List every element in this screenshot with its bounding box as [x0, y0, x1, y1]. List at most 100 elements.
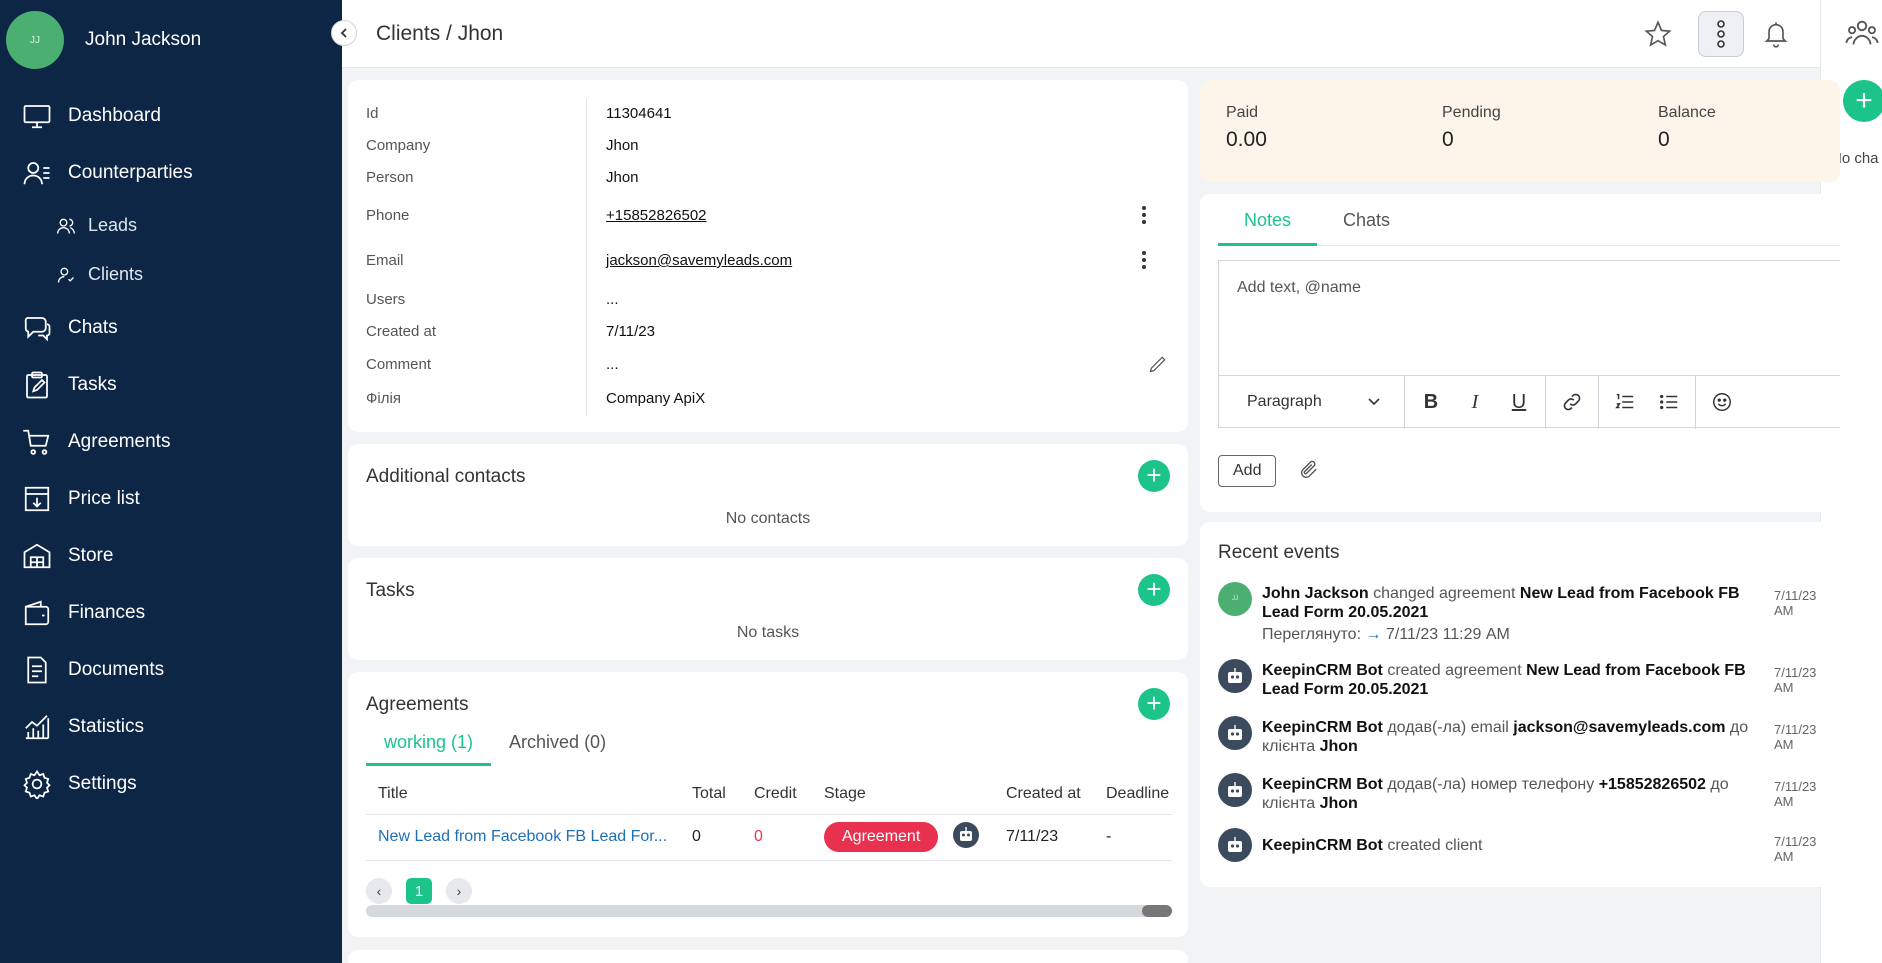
add-note-button[interactable]: Add — [1218, 455, 1277, 487]
stat-value: 0.00 — [1226, 128, 1267, 151]
agreement-owner-cell — [940, 814, 994, 861]
stage-badge[interactable]: Agreement — [824, 822, 939, 852]
bot-avatar — [1218, 773, 1252, 807]
collapse-sidebar-button[interactable] — [331, 20, 357, 46]
add-contact-button[interactable]: + — [1138, 460, 1170, 492]
favorite-button[interactable] — [1640, 16, 1676, 52]
tab-working[interactable]: working (1) — [366, 732, 492, 766]
sidebar-item-chats[interactable]: Chats — [0, 299, 342, 356]
event-text: John Jackson changed agreement New Lead … — [1262, 584, 1762, 622]
info-label: Created at — [366, 323, 437, 340]
tab-archived[interactable]: Archived (0) — [491, 732, 624, 766]
arrow-right-icon: → — [1365, 626, 1382, 643]
more-options-button[interactable] — [1698, 11, 1744, 57]
team-icon[interactable] — [1845, 16, 1879, 50]
header: Clients / Jhon — [342, 0, 1820, 68]
event-text: KeepinCRM Bot додав(-ла) номер телефону … — [1262, 775, 1762, 813]
client-info-card: Id 11304641 Company Jhon Person Jhon Pho… — [348, 80, 1188, 432]
bot-icon — [1228, 668, 1242, 683]
note-input[interactable]: Add text, @name — [1237, 279, 1361, 297]
more-vertical-icon — [1142, 251, 1146, 269]
prev-page-button[interactable]: ‹ — [366, 878, 392, 904]
balance-card: Paid 0.00 Pending 0 Balance 0 — [1200, 80, 1840, 182]
sidebar-item-label: Agreements — [68, 430, 171, 452]
phone-link[interactable]: +15852826502 — [606, 207, 707, 224]
sidebar-item-settings[interactable]: Settings — [0, 755, 342, 812]
info-label: Id — [366, 105, 379, 122]
user-name: John Jackson — [85, 29, 202, 50]
event-suffix-target[interactable]: Jhon — [1320, 738, 1358, 755]
avatar: JJ — [1218, 582, 1252, 616]
sidebar-item-clients[interactable]: Clients — [0, 250, 342, 299]
sidebar-item-dashboard[interactable]: Dashboard — [0, 87, 342, 144]
stat-value: 0 — [1658, 128, 1670, 151]
info-value: ... — [606, 356, 619, 373]
event-actor[interactable]: John Jackson — [1262, 585, 1369, 602]
add-agreement-button[interactable]: + — [1138, 688, 1170, 720]
event-actor[interactable]: KeepinCRM Bot — [1262, 837, 1383, 854]
italic-button[interactable]: I — [1463, 390, 1487, 414]
column-header[interactable]: Credit — [742, 774, 812, 815]
link-button[interactable] — [1560, 390, 1584, 414]
list-group — [1599, 375, 1696, 429]
sidebar-item-statistics[interactable]: Statistics — [0, 698, 342, 755]
column-header[interactable]: Deadline — [1094, 774, 1172, 815]
smile-icon — [1713, 393, 1731, 411]
document-icon — [27, 656, 47, 683]
tab-chats[interactable]: Chats — [1317, 194, 1416, 246]
sidebar-item-price-list[interactable]: Price list — [0, 470, 342, 527]
info-value: Jhon — [606, 137, 639, 154]
notifications-button[interactable] — [1758, 16, 1794, 52]
agreement-title-link[interactable]: New Lead from Facebook FB Lead For... — [366, 814, 680, 861]
scrollbar-thumb[interactable] — [1142, 905, 1172, 917]
sidebar-item-agreements[interactable]: Agreements — [0, 413, 342, 470]
info-value: Company ApiX — [606, 390, 706, 407]
sidebar-item-leads[interactable]: Leads — [0, 201, 342, 250]
agreement-stage-cell: Agreement — [812, 814, 940, 861]
event-actor[interactable]: KeepinCRM Bot — [1262, 776, 1383, 793]
bot-avatar — [1218, 716, 1252, 750]
sidebar-item-documents[interactable]: Documents — [0, 641, 342, 698]
user-profile[interactable]: JJ John Jackson — [6, 11, 201, 69]
sidebar-item-store[interactable]: Store — [0, 527, 342, 584]
horizontal-scrollbar[interactable] — [366, 905, 1172, 917]
column-header[interactable]: Total — [680, 774, 742, 815]
stat-label: Paid — [1226, 104, 1259, 121]
email-link[interactable]: jackson@savemyleads.com — [606, 252, 792, 269]
sidebar-item-tasks[interactable]: Tasks — [0, 356, 342, 413]
column-header[interactable]: Stage — [812, 774, 940, 815]
stat-label: Pending — [1442, 104, 1501, 121]
email-options-button[interactable] — [1134, 250, 1154, 270]
sidebar-item-label: Store — [68, 544, 114, 566]
column-header[interactable]: Title — [366, 774, 680, 815]
event-text: KeepinCRM Bot created agreement New Lead… — [1262, 661, 1762, 699]
ordered-list-button[interactable] — [1613, 390, 1637, 414]
sidebar-item-finances[interactable]: Finances — [0, 584, 342, 641]
note-editor[interactable]: Add text, @name Paragraph B I U — [1218, 260, 1840, 429]
event-actor[interactable]: KeepinCRM Bot — [1262, 719, 1383, 736]
next-page-button[interactable]: › — [446, 878, 472, 904]
more-vertical-icon — [1142, 206, 1146, 224]
event-action: changed agreement — [1368, 585, 1520, 602]
tab-notes[interactable]: Notes — [1218, 194, 1318, 246]
page-number[interactable]: 1 — [406, 878, 432, 904]
phone-options-button[interactable] — [1134, 205, 1154, 225]
bold-button[interactable]: B — [1419, 390, 1443, 414]
emoji-button[interactable] — [1710, 390, 1734, 414]
tasks-card: Tasks + No tasks — [348, 558, 1188, 660]
column-header[interactable]: Created at — [994, 774, 1094, 815]
attach-button[interactable] — [1298, 459, 1320, 486]
event-actor[interactable]: KeepinCRM Bot — [1262, 662, 1383, 679]
add-task-button[interactable]: + — [1138, 574, 1170, 606]
event-seen: Переглянуто: → 7/11/23 11:29 AM — [1262, 626, 1510, 644]
rail-add-button[interactable]: + — [1843, 80, 1882, 122]
page-title: Clients / Jhon — [376, 22, 504, 45]
section-title: Recent events — [1218, 542, 1340, 563]
bullet-list-button[interactable] — [1657, 390, 1681, 414]
event-suffix-target[interactable]: Jhon — [1320, 795, 1358, 812]
underline-button[interactable]: U — [1507, 390, 1531, 414]
paragraph-select[interactable]: Paragraph — [1219, 375, 1405, 429]
table-row[interactable]: New Lead from Facebook FB Lead For... 0 … — [366, 814, 1172, 861]
edit-comment-button[interactable] — [1148, 354, 1168, 374]
sidebar-item-counterparties[interactable]: Counterparties — [0, 144, 342, 201]
